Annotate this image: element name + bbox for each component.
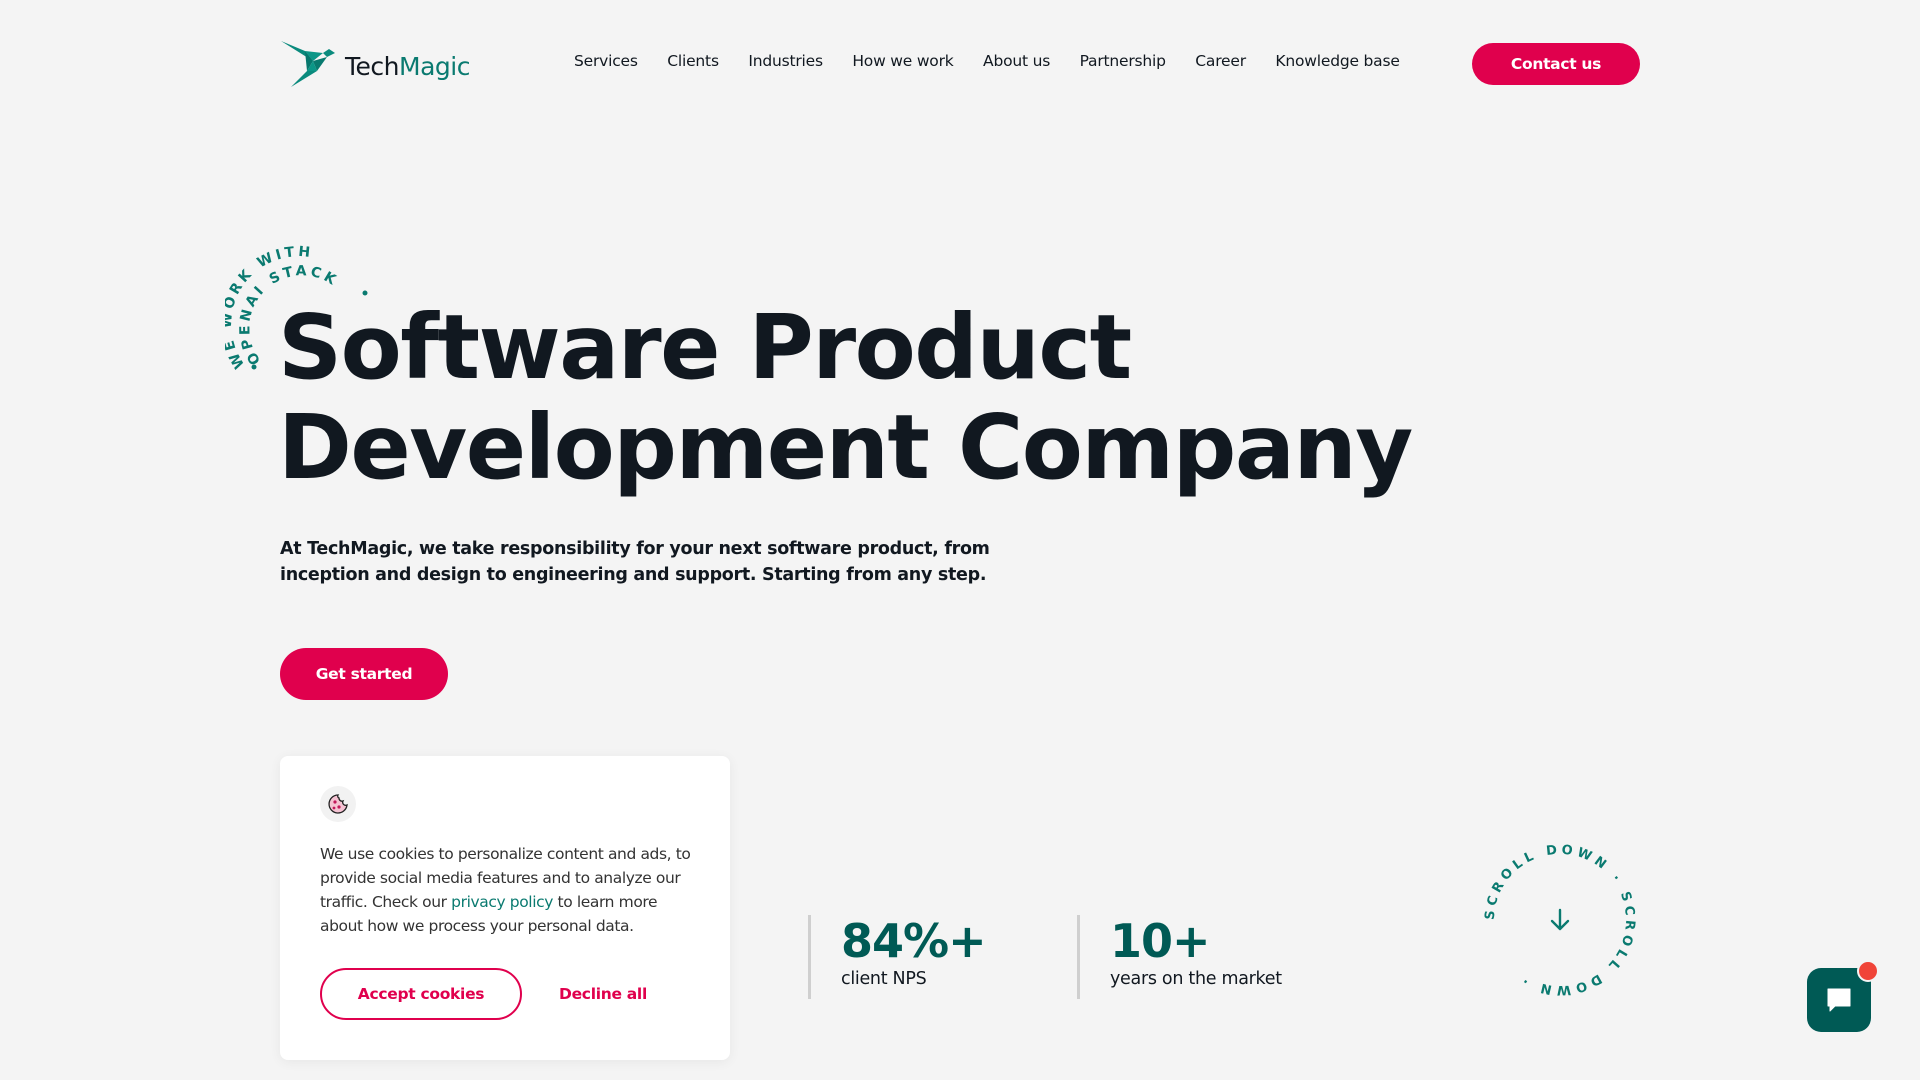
nav-item-about-us[interactable]: About us (983, 52, 1050, 70)
cookie-icon (328, 794, 348, 814)
stat-label: client NPS (841, 969, 927, 989)
decline-all-button[interactable]: Decline all (542, 968, 664, 1020)
nav-item-partnership[interactable]: Partnership (1080, 52, 1166, 70)
cookie-message: We use cookies to personalize content an… (320, 842, 700, 938)
chat-widget-button[interactable] (1807, 960, 1879, 1032)
hero-title-line1: Software Product (278, 295, 1132, 399)
logo-text-magic: Magic (399, 51, 470, 81)
privacy-policy-link[interactable]: privacy policy (451, 893, 553, 911)
get-started-button[interactable]: Get started (280, 648, 448, 700)
chat-bubble-icon (1827, 988, 1851, 1012)
contact-us-button[interactable]: Contact us (1472, 43, 1640, 85)
cookie-banner: We use cookies to personalize content an… (280, 756, 730, 1060)
bird-logo-icon (281, 41, 335, 87)
stat-years-on-market: 10+ years on the market (1077, 915, 1282, 999)
stat-value: 10+ (1110, 914, 1211, 968)
notification-badge (1857, 960, 1879, 982)
nav-item-services[interactable]: Services (574, 52, 638, 70)
nav-item-industries[interactable]: Industries (748, 52, 823, 70)
hero-subtitle: At TechMagic, we take responsibility for… (280, 539, 990, 585)
cookie-icon-container (320, 786, 356, 822)
hero-title: Software Product Development Company (278, 295, 1413, 499)
nav-item-career[interactable]: Career (1195, 52, 1246, 70)
logo-text-tech: Tech (345, 51, 400, 81)
stat-label: years on the market (1110, 969, 1282, 989)
nav-item-clients[interactable]: Clients (667, 52, 719, 70)
arrow-down-icon[interactable] (1546, 906, 1574, 934)
nav-item-knowledge-base[interactable]: Knowledge base (1275, 52, 1399, 70)
main-nav: Services Clients Industries How we work … (574, 52, 1429, 70)
badge-dot (251, 364, 257, 370)
logo[interactable]: TechMagic (279, 39, 470, 89)
nav-item-how-we-work[interactable]: How we work (852, 52, 953, 70)
stat-client-nps: 84%+ client NPS (808, 914, 987, 999)
accept-cookies-button[interactable]: Accept cookies (320, 968, 522, 1020)
hero-title-line2: Development Company (278, 395, 1413, 499)
stat-value: 84%+ (841, 914, 987, 968)
